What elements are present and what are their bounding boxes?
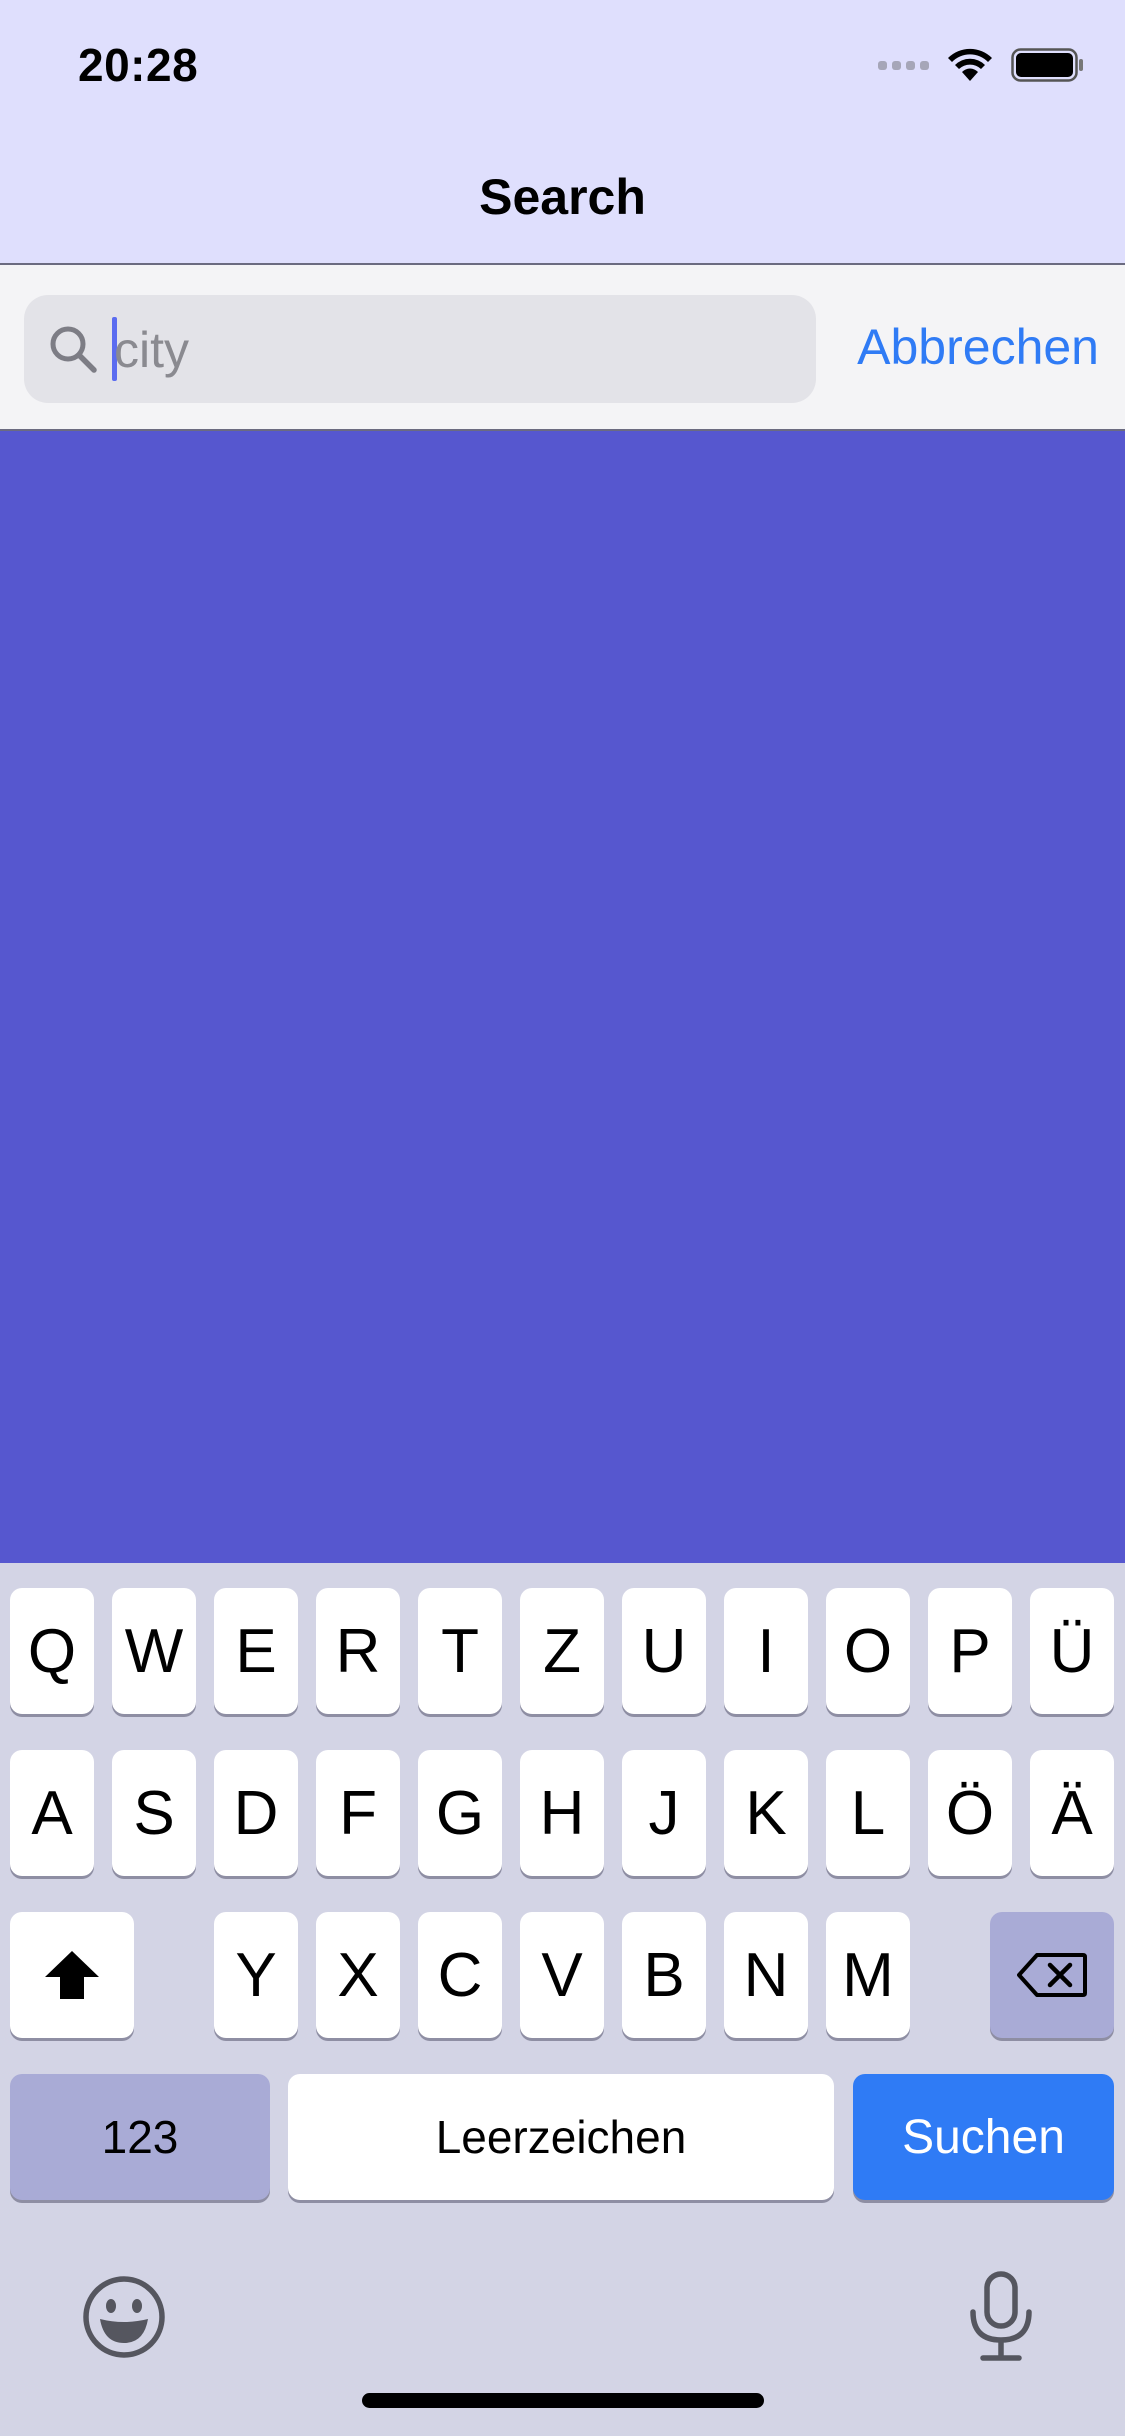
key-v[interactable]: V <box>520 1912 604 2038</box>
key-h[interactable]: H <box>520 1750 604 1876</box>
key-j[interactable]: J <box>622 1750 706 1876</box>
page-title: Search <box>479 169 646 225</box>
key-b[interactable]: B <box>622 1912 706 2038</box>
search-key[interactable]: Suchen <box>853 2074 1114 2200</box>
key-a-umlaut[interactable]: Ä <box>1030 1750 1114 1876</box>
key-s[interactable]: S <box>112 1750 196 1876</box>
key-z[interactable]: Z <box>520 1588 604 1714</box>
key-t[interactable]: T <box>418 1588 502 1714</box>
cellular-signal-icon <box>878 60 929 70</box>
key-r[interactable]: R <box>316 1588 400 1714</box>
microphone-icon[interactable] <box>965 2270 1037 2362</box>
search-field[interactable] <box>24 295 816 403</box>
key-m[interactable]: M <box>826 1912 910 2038</box>
search-bar: Abbrechen <box>0 265 1125 431</box>
navigation-header: 20:28 Search <box>0 0 1125 265</box>
key-p[interactable]: P <box>928 1588 1012 1714</box>
key-u[interactable]: U <box>622 1588 706 1714</box>
delete-key[interactable] <box>990 1912 1114 2038</box>
key-k[interactable]: K <box>724 1750 808 1876</box>
key-n[interactable]: N <box>724 1912 808 2038</box>
backspace-icon <box>1017 1953 1087 1997</box>
results-area <box>0 431 1125 1563</box>
key-w[interactable]: W <box>112 1588 196 1714</box>
shift-arrow-icon <box>45 1951 99 1999</box>
key-d[interactable]: D <box>214 1750 298 1876</box>
key-o-umlaut[interactable]: Ö <box>928 1750 1012 1876</box>
status-time: 20:28 <box>78 39 199 91</box>
key-x[interactable]: X <box>316 1912 400 2038</box>
key-q[interactable]: Q <box>10 1588 94 1714</box>
space-key[interactable]: Leerzeichen <box>288 2074 834 2200</box>
search-input[interactable] <box>114 313 794 387</box>
status-indicators <box>878 48 1085 82</box>
keyboard: Q W E R T Z U I O P Ü A S D F G H J K L … <box>0 1563 1125 2436</box>
key-e[interactable]: E <box>214 1588 298 1714</box>
cancel-button[interactable]: Abbrechen <box>857 318 1099 376</box>
home-indicator <box>362 2393 764 2408</box>
key-c[interactable]: C <box>418 1912 502 2038</box>
key-f[interactable]: F <box>316 1750 400 1876</box>
search-icon <box>50 326 97 373</box>
key-a[interactable]: A <box>10 1750 94 1876</box>
emoji-icon[interactable] <box>80 2273 168 2361</box>
wifi-icon <box>948 48 992 81</box>
key-y[interactable]: Y <box>214 1912 298 2038</box>
numbers-key[interactable]: 123 <box>10 2074 270 2200</box>
key-o[interactable]: O <box>826 1588 910 1714</box>
key-u-umlaut[interactable]: Ü <box>1030 1588 1114 1714</box>
key-g[interactable]: G <box>418 1750 502 1876</box>
battery-icon <box>1011 48 1083 82</box>
key-l[interactable]: L <box>826 1750 910 1876</box>
key-i[interactable]: I <box>724 1588 808 1714</box>
shift-key[interactable] <box>10 1912 134 2038</box>
